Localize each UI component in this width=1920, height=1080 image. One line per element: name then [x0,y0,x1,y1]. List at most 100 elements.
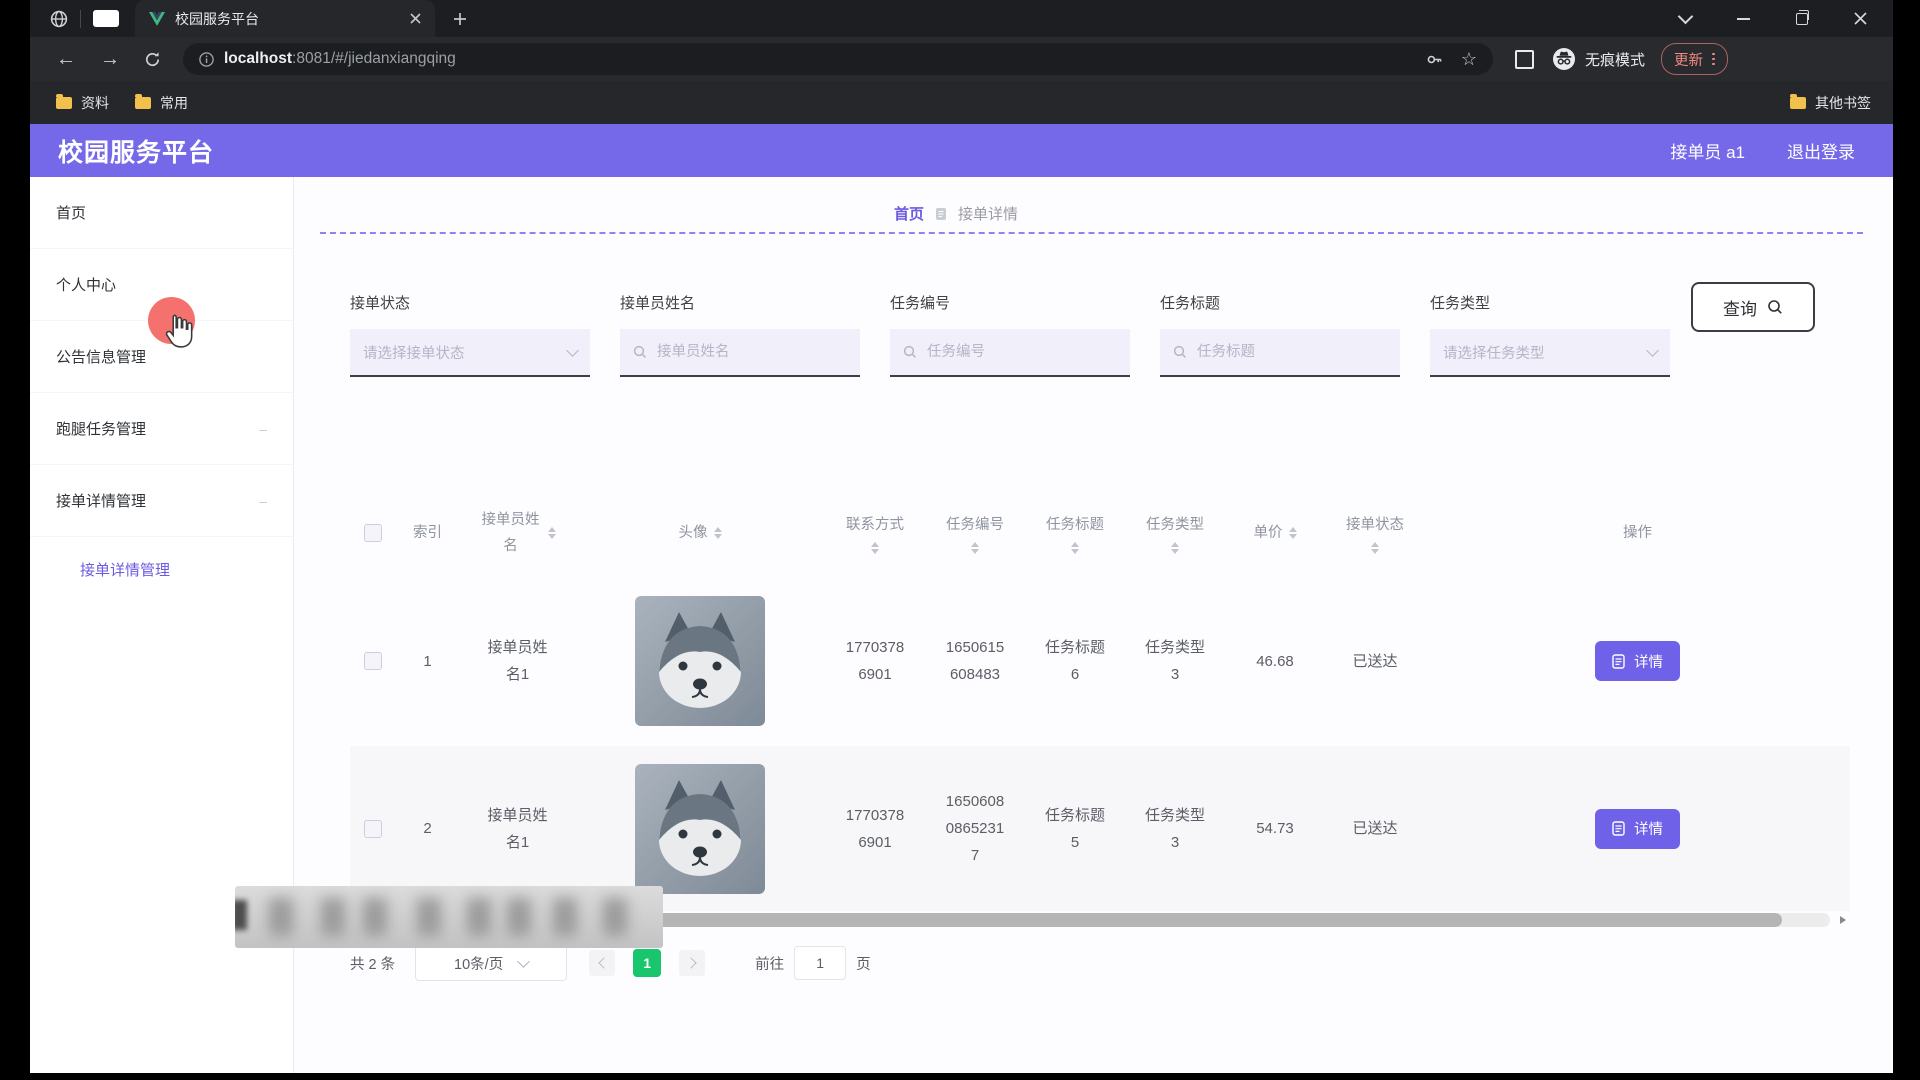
avatar-husky-image[interactable] [635,596,765,726]
bookmark-label: 资料 [81,93,109,113]
tab-close-icon[interactable] [410,13,421,24]
col-contact[interactable]: 联系方式 [825,512,925,554]
filter-label: 接单状态 [350,292,590,313]
query-button[interactable]: 查询 [1691,282,1815,332]
update-button[interactable]: 更新 [1661,43,1728,75]
detail-button-label: 详情 [1634,818,1663,839]
window-restore-icon[interactable] [1796,13,1808,25]
col-task-type[interactable]: 任务类型 [1125,512,1225,554]
goto-page-input[interactable] [794,946,846,980]
filter-label: 任务编号 [890,292,1130,313]
tabbar-separator [80,10,81,28]
sort-icon[interactable] [1289,527,1297,539]
filter-bar: 接单状态 请选择接单状态 接单员姓名 [350,292,1670,377]
filter-label: 任务类型 [1430,292,1670,313]
prev-page-button[interactable] [589,950,615,976]
row-checkbox[interactable] [364,652,382,670]
pagination-total: 共 2 条 [350,953,395,974]
col-receiver-name[interactable]: 接单员姓名 [460,507,575,559]
sidebar-item-errand-tasks[interactable]: 跑腿任务管理 – [30,393,293,465]
address-bar[interactable]: localhost:8081/#/jiedanxiangqing ☆ [183,43,1493,75]
browser-menu-icon[interactable] [1712,53,1715,66]
col-avatar[interactable]: 头像 [575,520,825,546]
side-panel-icon[interactable] [1515,50,1534,69]
row-checkbox[interactable] [364,820,382,838]
sort-icon[interactable] [1171,542,1179,554]
sort-icon[interactable] [971,542,979,554]
url-path: :8081/#/jiedanxiangqing [292,50,456,67]
sidebar-item-order-details[interactable]: 接单详情管理 – [30,465,293,537]
col-task-no[interactable]: 任务编号 [925,512,1025,554]
window-chevron-icon[interactable] [1678,9,1694,25]
sort-icon[interactable] [1071,542,1079,554]
order-status-select[interactable]: 请选择接单状态 [350,329,590,377]
col-status[interactable]: 接单状态 [1325,512,1425,554]
cell-task-no: 165060808652317 [944,788,1006,869]
incognito-badge: 无痕模式 [1552,47,1645,71]
back-icon[interactable]: ← [56,49,76,69]
sort-icon[interactable] [1371,542,1379,554]
task-type-select[interactable]: 请选择任务类型 [1430,329,1670,377]
pagination: 共 2 条 10条/页 1 前往 页 [350,945,871,981]
folder-icon [56,97,72,109]
breadcrumb-home[interactable]: 首页 [894,203,924,224]
forward-icon[interactable]: → [100,49,120,69]
cell-receiver-name: 接单员姓名1 [487,634,549,688]
sort-icon[interactable] [548,527,556,539]
incognito-icon [1552,47,1576,71]
cell-price: 54.73 [1225,815,1325,842]
window-close-icon[interactable] [1854,12,1867,25]
window-minimize-icon[interactable] [1737,18,1750,20]
avatar-husky-image[interactable] [635,764,765,894]
page-size-select[interactable]: 10条/页 [415,945,567,981]
header-user[interactable]: 接单员 a1 [1670,138,1745,163]
app-title: 校园服务平台 [58,133,214,169]
bookmark-star-icon[interactable]: ☆ [1461,49,1477,70]
sidebar-item-home[interactable]: 首页 [30,177,293,249]
cell-task-no: 1650615608483 [944,634,1006,688]
cell-index: 1 [395,648,460,675]
task-title-input[interactable] [1195,343,1387,361]
col-task-title[interactable]: 任务标题 [1025,512,1125,554]
cell-contact: 17703786901 [844,802,906,856]
sidebar-subitem-order-details[interactable]: 接单详情管理 [30,537,293,601]
detail-button[interactable]: 详情 [1595,809,1680,849]
site-info-icon[interactable] [199,52,214,67]
password-key-icon[interactable] [1426,51,1443,68]
search-icon [633,345,647,359]
next-page-button[interactable] [679,950,705,976]
receiver-name-input[interactable] [655,343,847,361]
globe-icon[interactable] [50,10,68,28]
sort-icon[interactable] [714,527,722,539]
scrollbar-arrow-icon[interactable] [1840,916,1846,924]
select-placeholder: 请选择接单状态 [363,342,560,363]
sort-icon[interactable] [871,542,879,554]
logout-link[interactable]: 退出登录 [1787,138,1855,163]
filter-task-type: 任务类型 请选择任务类型 [1430,292,1670,377]
col-price[interactable]: 单价 [1225,520,1325,546]
new-tab-icon[interactable] [453,12,467,26]
incognito-label: 无痕模式 [1585,49,1645,70]
select-all-checkbox[interactable] [364,524,382,542]
sidebar-item-label: 公告信息管理 [56,346,146,367]
hand-cursor-icon [162,313,196,356]
browser-tab[interactable]: 校园服务平台 [135,0,435,37]
breadcrumb-separator-icon [935,207,947,221]
bookmark-folder-ziliao[interactable]: 资料 [56,93,109,113]
bookmarks-bar: 资料 常用 其他书签 [30,81,1893,124]
cell-index: 2 [395,815,460,842]
bookmark-folder-changyong[interactable]: 常用 [135,93,188,113]
pinned-tab-icon[interactable] [93,10,119,27]
col-index[interactable]: 索引 [395,520,460,546]
current-page[interactable]: 1 [633,949,661,977]
sidebar-item-label: 个人中心 [56,274,116,295]
task-no-input[interactable] [925,343,1117,361]
search-icon [1767,299,1783,315]
detail-button[interactable]: 详情 [1595,641,1680,681]
other-bookmarks[interactable]: 其他书签 [1790,93,1871,113]
col-actions: 操作 [1425,520,1850,546]
reload-icon[interactable] [144,51,161,68]
browser-toolbar: ← → localhost:8081/#/jiedanxiangqing ☆ 无… [30,37,1893,81]
sidebar-subitem-label: 接单详情管理 [80,559,170,580]
url-host: localhost [224,50,292,67]
